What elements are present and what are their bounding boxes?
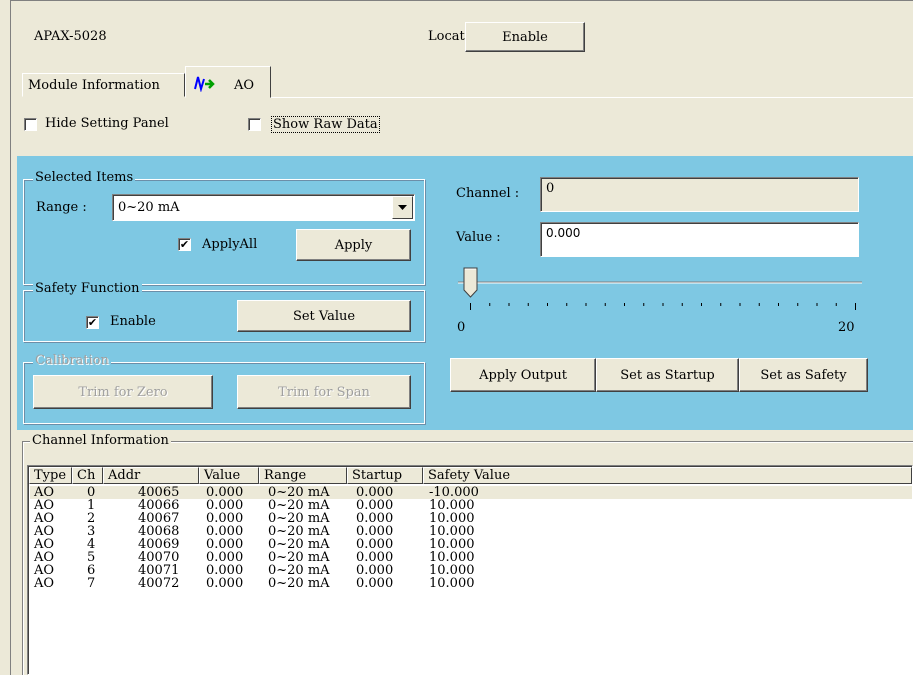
column-header-value[interactable]: Value	[199, 467, 259, 484]
channel-table[interactable]: Type Ch Addr Value Range Startup Safety …	[27, 465, 913, 675]
table-body: AO 0 40065 0.000 0~20 mA 0.000 -10.000 AO 1 40066…	[28, 486, 912, 674]
slider-graphic	[458, 267, 862, 310]
value-slider[interactable]	[450, 262, 865, 312]
table-cell: 7	[87, 576, 96, 591]
safety-enable-label: Enable	[110, 314, 156, 329]
column-header-safety-value[interactable]: Safety Value	[423, 467, 912, 484]
slider-min-label: 0	[457, 320, 466, 335]
apply-button[interactable]: Apply	[296, 229, 411, 261]
trim-zero-button[interactable]: Trim for Zero	[33, 375, 213, 409]
table-cell: 0.000	[356, 576, 394, 591]
range-select-value: 0~20 mA	[118, 200, 180, 215]
trim-span-button[interactable]: Trim for Span	[237, 375, 411, 409]
table-cell: 10.000	[429, 576, 475, 591]
apply-output-button[interactable]: Apply Output	[450, 358, 596, 392]
hide-setting-panel-checkbox[interactable]	[24, 118, 37, 131]
channel-information-title: Channel Information	[30, 433, 171, 448]
apply-all-checkbox[interactable]: ✔	[178, 238, 191, 251]
selected-items-title: Selected Items	[33, 170, 136, 185]
value-input-text: 0.000	[546, 226, 581, 240]
value-input[interactable]: 0.000	[540, 222, 859, 257]
column-header-ch[interactable]: Ch	[72, 467, 103, 484]
slider-max-label: 20	[838, 320, 855, 335]
table-cell: 40072	[138, 576, 180, 591]
module-name: APAX-5028	[34, 29, 107, 44]
set-as-startup-button[interactable]: Set as Startup	[596, 358, 739, 392]
tab-label: Module Information	[28, 78, 160, 93]
column-header-addr[interactable]: Addr	[103, 467, 199, 484]
range-label: Range :	[36, 200, 87, 215]
tab-label: AO	[234, 78, 255, 93]
safety-enable-checkbox[interactable]: ✔	[86, 316, 99, 329]
hide-setting-panel-label: Hide Setting Panel	[45, 116, 169, 131]
show-raw-data-label: Show Raw Data	[271, 116, 380, 133]
calibration-title: Calibration	[33, 353, 111, 368]
column-header-startup[interactable]: Startup	[347, 467, 423, 484]
set-as-safety-button[interactable]: Set as Safety	[739, 358, 868, 392]
tab-strip-line	[271, 97, 913, 98]
enable-button[interactable]: Enable	[465, 22, 585, 52]
show-raw-data-checkbox[interactable]	[248, 118, 261, 131]
channel-field-value: 0	[546, 181, 555, 196]
channel-field: 0	[540, 177, 859, 212]
apply-all-label: ApplyAll	[202, 237, 258, 252]
table-row[interactable]: AO 7 40072 0.000 0~20 mA 0.000 10.000	[30, 577, 912, 590]
column-header-type[interactable]: Type	[29, 467, 72, 484]
column-header-range[interactable]: Range	[259, 467, 347, 484]
table-cell: 0.000	[206, 576, 244, 591]
ao-signal-icon	[194, 74, 218, 93]
value-label: Value :	[456, 230, 501, 245]
tab-ao[interactable]: AO	[185, 66, 271, 98]
safety-function-title: Safety Function	[33, 281, 142, 296]
table-cell: 0~20 mA	[268, 576, 330, 591]
chevron-down-icon[interactable]	[392, 196, 413, 219]
channel-label: Channel :	[456, 186, 520, 201]
table-cell: AO	[34, 576, 55, 591]
tab-module-information[interactable]: Module Information	[22, 73, 185, 97]
range-select[interactable]: 0~20 mA	[112, 194, 415, 221]
set-value-button[interactable]: Set Value	[237, 300, 411, 332]
